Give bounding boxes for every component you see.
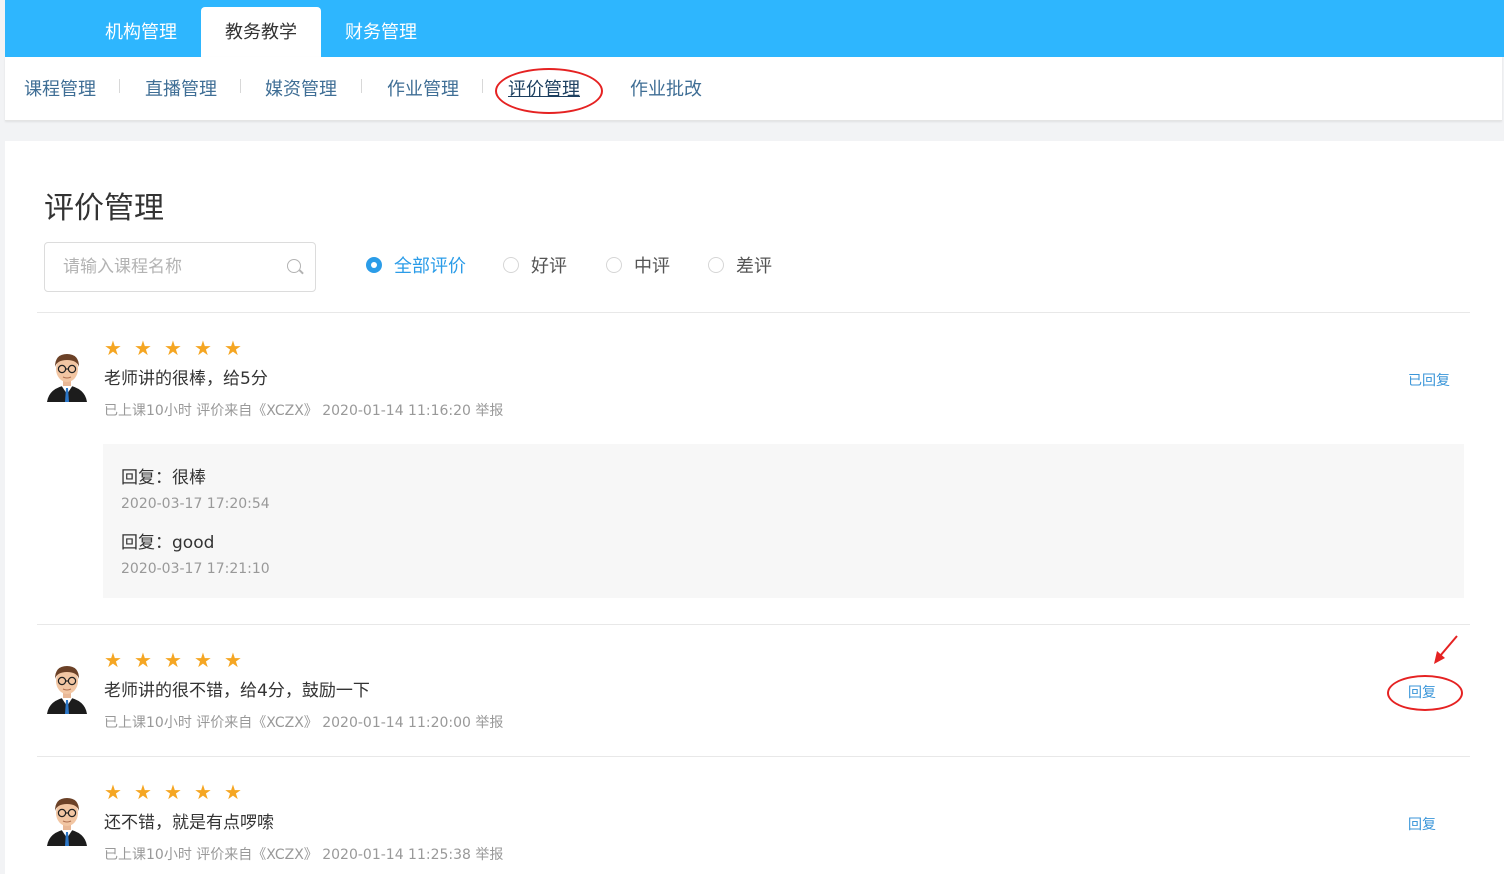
star-icon: ★: [104, 336, 122, 360]
filter-bad[interactable]: 差评: [708, 253, 772, 277]
subnav-live[interactable]: 直播管理: [145, 75, 217, 101]
avatar: [47, 666, 87, 714]
filter-label: 好评: [531, 256, 567, 277]
review-meta: 已上课10小时 评价来自《XCZX》 2020-01-14 11:20:00 举…: [104, 715, 504, 731]
star-icon: ★: [134, 336, 152, 360]
main-panel: 评价管理 全部评价 好评 中评 差评 ★: [5, 141, 1504, 874]
top-tab-org[interactable]: 机构管理: [81, 7, 201, 57]
star-icon: ★: [224, 648, 242, 672]
filter-medium[interactable]: 中评: [606, 253, 670, 277]
rating-stars: ★ ★ ★ ★ ★: [104, 337, 254, 359]
review-item: ★ ★ ★ ★ ★ 老师讲的很不错，给4分，鼓励一下 已上课10小时 评价来自《XCZX…: [5, 625, 1504, 756]
radio-checked-icon: [366, 257, 382, 273]
reply-box: 回复：很棒 2020-03-17 17:20:54 回复：good 2020-0…: [103, 444, 1464, 598]
radio-icon: [606, 257, 622, 273]
star-icon: ★: [194, 780, 212, 804]
star-icon: ★: [134, 780, 152, 804]
subnav-media[interactable]: 媒资管理: [265, 75, 337, 101]
review-item: ★ ★ ★ ★ ★ 老师讲的很棒，给5分 已上课10小时 评价来自《XCZX》 2020…: [5, 313, 1504, 624]
reply-button[interactable]: 回复: [1408, 814, 1436, 834]
review-text: 还不错，就是有点啰嗦: [104, 813, 274, 833]
star-icon: ★: [164, 336, 182, 360]
review-text: 老师讲的很棒，给5分: [104, 369, 268, 389]
subnav-course[interactable]: 课程管理: [24, 75, 96, 101]
filter-label: 全部评价: [394, 256, 466, 277]
rating-stars: ★ ★ ★ ★ ★: [104, 781, 254, 803]
annotation-arrow-icon: [1434, 635, 1458, 664]
top-tab-finance[interactable]: 财务管理: [321, 7, 441, 57]
review-meta: 已上课10小时 评价来自《XCZX》 2020-01-14 11:25:38 举…: [104, 847, 504, 863]
search-input[interactable]: [63, 254, 273, 280]
subnav-divider: [482, 79, 483, 93]
avatar: [47, 354, 87, 402]
review-meta: 已上课10小时 评价来自《XCZX》 2020-01-14 11:16:20 举…: [104, 403, 504, 419]
reply-time: 2020-03-17 17:20:54: [121, 496, 270, 512]
star-icon: ★: [194, 648, 212, 672]
subnav-grading[interactable]: 作业批改: [630, 75, 702, 101]
filter-all[interactable]: 全部评价: [366, 253, 466, 277]
radio-icon: [708, 257, 724, 273]
star-icon: ★: [104, 648, 122, 672]
reply-text: 回复：good: [121, 533, 215, 553]
reply-time: 2020-03-17 17:21:10: [121, 561, 270, 577]
filter-good[interactable]: 好评: [503, 253, 567, 277]
replied-link[interactable]: 已回复: [1408, 370, 1450, 390]
radio-icon: [503, 257, 519, 273]
star-icon: ★: [104, 780, 122, 804]
star-icon: ★: [164, 780, 182, 804]
review-text: 老师讲的很不错，给4分，鼓励一下: [104, 681, 370, 701]
star-icon: ★: [224, 780, 242, 804]
star-icon: ★: [224, 336, 242, 360]
page-title: 评价管理: [44, 191, 164, 226]
filter-label: 差评: [736, 256, 772, 277]
annotation-circle: [495, 68, 603, 114]
star-icon: ★: [194, 336, 212, 360]
star-icon: ★: [134, 648, 152, 672]
avatar: [47, 798, 87, 846]
star-icon: ★: [164, 648, 182, 672]
rating-stars: ★ ★ ★ ★ ★: [104, 649, 254, 671]
search-box: [44, 242, 316, 292]
annotation-circle: [1387, 675, 1463, 711]
reply-text: 回复：很棒: [121, 468, 206, 488]
review-item: ★ ★ ★ ★ ★ 还不错，就是有点啰嗦 已上课10小时 评价来自《XCZX》 2020…: [5, 757, 1504, 874]
subnav-divider: [240, 79, 241, 93]
top-tab-teaching[interactable]: 教务教学: [201, 7, 321, 57]
sub-nav-bar: 课程管理 直播管理 媒资管理 作业管理 评价管理 作业批改: [5, 57, 1502, 121]
search-icon[interactable]: [287, 259, 301, 273]
top-nav-bar: 机构管理 教务教学 财务管理: [5, 0, 1504, 57]
subnav-homework[interactable]: 作业管理: [387, 75, 459, 101]
subnav-divider: [119, 79, 120, 93]
subnav-divider: [361, 79, 362, 93]
filter-label: 中评: [634, 256, 670, 277]
